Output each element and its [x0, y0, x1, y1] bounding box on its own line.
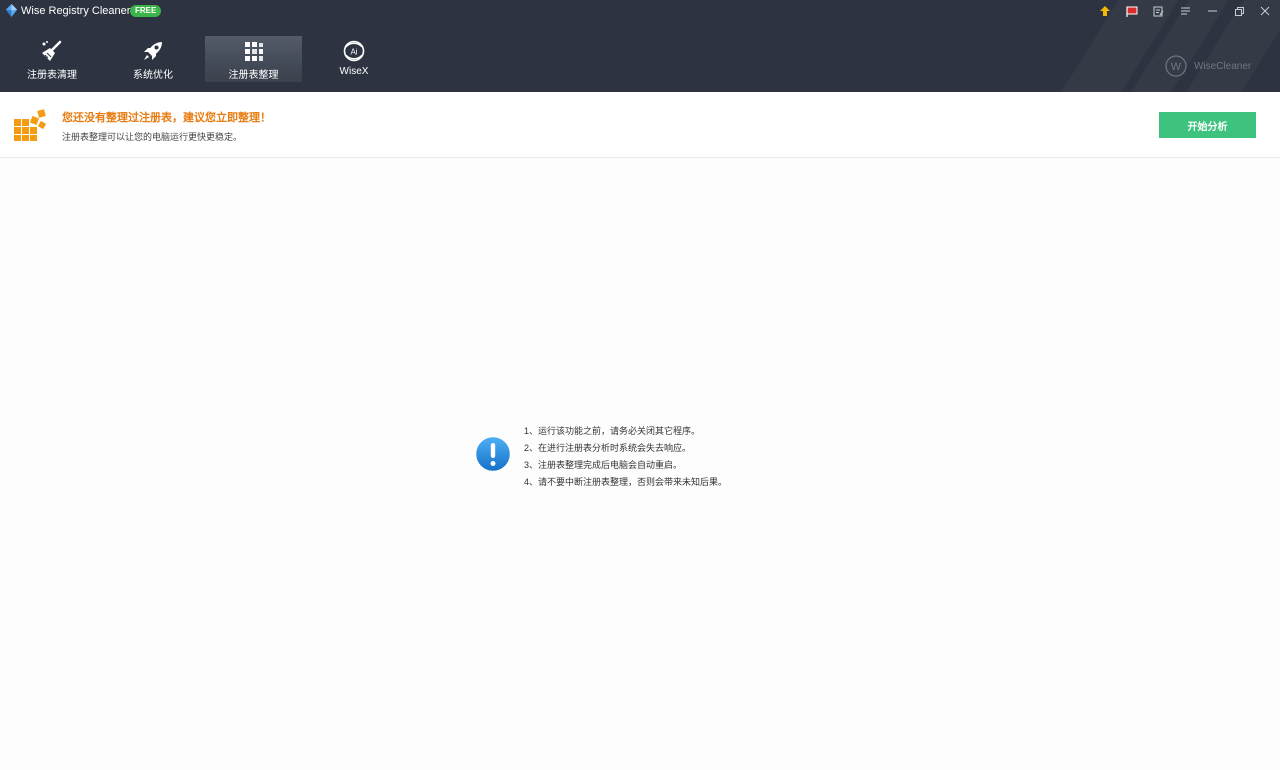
tab-registry-defrag[interactable]: 注册表整理	[205, 36, 302, 82]
precaution-list: 1、运行该功能之前，请务必关闭其它程序。 2、在进行注册表分析时系统会失去响应。…	[524, 423, 727, 491]
start-analysis-button[interactable]: 开始分析	[1159, 112, 1256, 138]
language-button[interactable]	[1120, 1, 1144, 21]
restore-icon	[1234, 6, 1244, 16]
minimize-icon	[1207, 10, 1217, 12]
free-badge: FREE	[130, 5, 162, 17]
grid-blocks-icon	[244, 42, 263, 61]
tab-system-optimize[interactable]: 系统优化	[106, 36, 200, 82]
status-banner: 您还没有整理过注册表，建议您立即整理！ 注册表整理可以让您的电脑运行更快更稳定。…	[0, 92, 1280, 158]
app-title: Wise Registry Cleaner 11	[21, 5, 145, 17]
menu-icon	[1180, 7, 1190, 15]
upgrade-icon	[1100, 6, 1110, 16]
tab-label: 注册表整理	[228, 70, 279, 81]
app-header: Wise Registry Cleaner 11 FREE 注册表清理 系统优化…	[0, 0, 1280, 92]
svg-text:W: W	[1171, 61, 1182, 73]
feedback-icon	[1153, 6, 1163, 16]
tab-wisex[interactable]: Ai WiseX	[307, 36, 401, 82]
list-item: 4、请不要中断注册表整理，否则会带来未知后果。	[524, 477, 728, 487]
banner-subtitle: 注册表整理可以让您的电脑运行更快更稳定。	[62, 132, 243, 142]
broom-icon	[42, 40, 62, 61]
tab-registry-cleaner[interactable]: 注册表清理	[5, 36, 99, 82]
feedback-button[interactable]	[1146, 1, 1170, 21]
minimize-button[interactable]	[1200, 1, 1224, 21]
tab-label: 注册表清理	[27, 70, 77, 81]
tab-label: WiseX	[339, 66, 369, 77]
main-content: 1、运行该功能之前，请务必关闭其它程序。 2、在进行注册表分析时系统会失去响应。…	[0, 158, 1280, 770]
restore-button[interactable]	[1227, 1, 1251, 21]
title-bar[interactable]: Wise Registry Cleaner 11 FREE	[0, 0, 1280, 22]
ai-logo-icon: Ai	[343, 40, 365, 62]
wisecleaner-brand[interactable]: W WiseCleaner	[1164, 55, 1251, 77]
upgrade-button[interactable]	[1093, 1, 1117, 21]
banner-title: 您还没有整理过注册表，建议您立即整理！	[62, 112, 271, 124]
exclamation-info-icon	[474, 435, 512, 473]
list-item: 2、在进行注册表分析时系统会失去响应。	[524, 443, 692, 453]
menu-button[interactable]	[1173, 1, 1197, 21]
svg-text:Ai: Ai	[350, 48, 357, 57]
list-item: 1、运行该功能之前，请务必关闭其它程序。	[524, 426, 701, 436]
brand-name: WiseCleaner	[1194, 61, 1252, 72]
wisecleaner-logo-icon: W	[1165, 55, 1187, 77]
registry-defrag-blocks-icon	[14, 109, 47, 141]
close-icon	[1260, 6, 1270, 16]
tab-label: 系统优化	[133, 70, 173, 81]
close-button[interactable]	[1253, 1, 1277, 21]
rocket-icon	[144, 42, 162, 60]
list-item: 3、注册表整理完成后电脑会自动重启。	[524, 460, 683, 470]
language-flag-icon	[1126, 6, 1138, 17]
wise-registry-cleaner-logo-icon	[5, 4, 18, 17]
